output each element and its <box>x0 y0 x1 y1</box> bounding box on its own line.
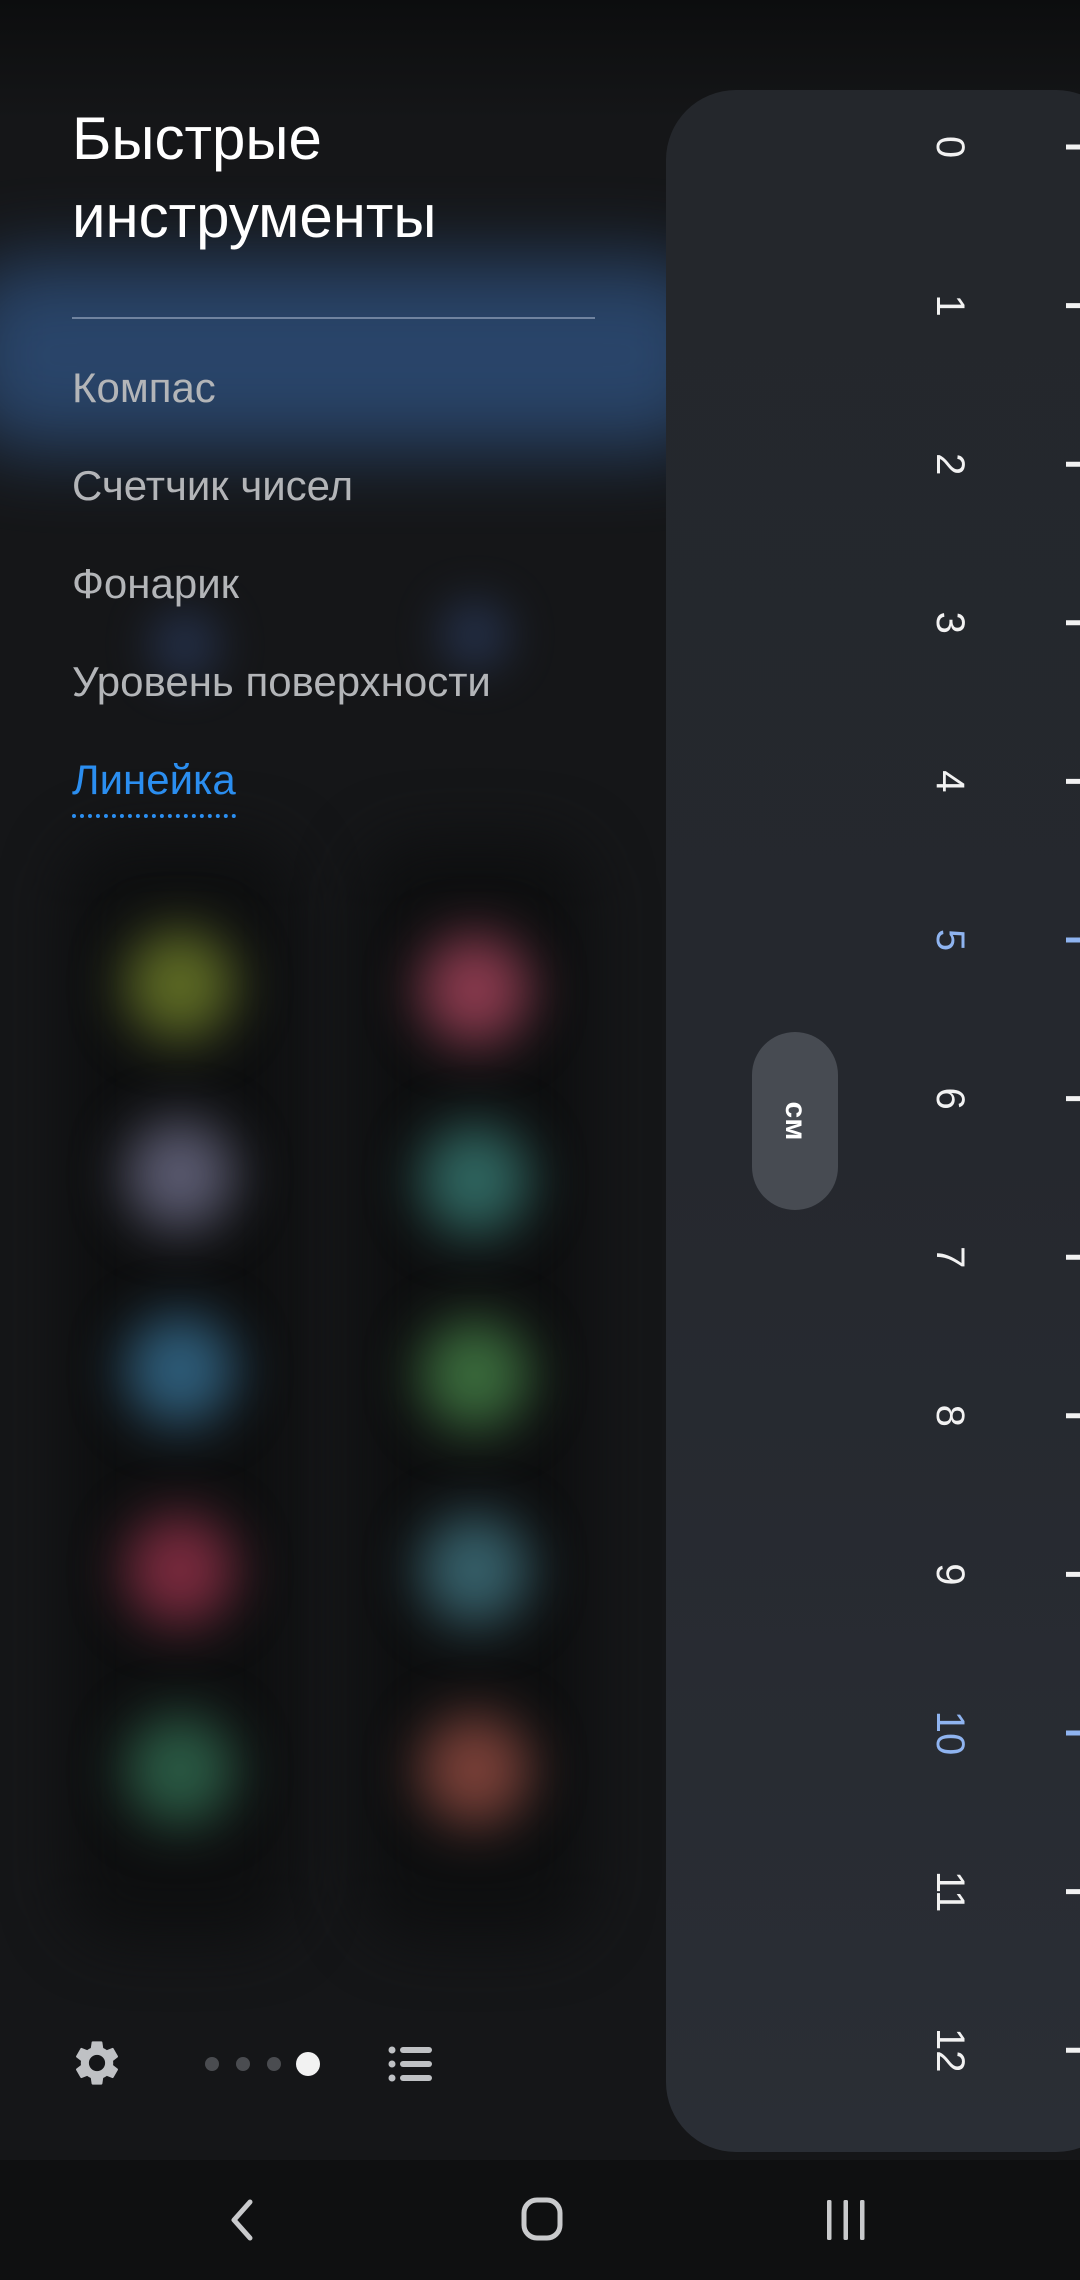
ruler-panel[interactable]: 0 1 2 3 4 5 6 7 8 9 10 11 12 <box>666 90 1080 2152</box>
page-dot-active <box>296 2052 320 2076</box>
tool-item-compass[interactable]: Компас <box>72 360 672 458</box>
tool-item-ruler[interactable]: Линейка <box>72 752 672 850</box>
tool-item-ruler-label: Линейка <box>72 752 236 818</box>
back-button[interactable] <box>182 2180 302 2260</box>
tool-item-surface-level[interactable]: Уровень поверхности <box>72 654 672 752</box>
navigation-bar <box>0 2160 1080 2280</box>
ruler-label: 10 <box>928 1711 972 1756</box>
page-dot <box>267 2057 281 2071</box>
recents-button[interactable] <box>786 2180 906 2260</box>
page-dot <box>236 2057 250 2071</box>
list-icon[interactable] <box>388 2044 434 2084</box>
page-dot <box>205 2057 219 2071</box>
panel-title: Быстрые инструменты <box>72 105 437 250</box>
ruler-label: 8 <box>928 1405 972 1427</box>
ruler-scale: 0123456789101112 <box>928 136 1080 2073</box>
tool-item-number-counter[interactable]: Счетчик чисел <box>72 458 672 556</box>
home-button[interactable] <box>482 2180 602 2260</box>
ruler-label: 5 <box>928 929 972 951</box>
ruler-label: 12 <box>928 2028 972 2073</box>
ruler-label: 11 <box>928 1871 972 1913</box>
back-chevron-icon <box>231 2199 253 2241</box>
recents-icon <box>827 2200 865 2240</box>
tool-item-flashlight[interactable]: Фонарик <box>72 556 672 654</box>
ruler-label: 3 <box>928 612 972 634</box>
ruler-label: 6 <box>928 1087 972 1109</box>
ruler-label: 1 <box>928 294 972 316</box>
ruler-label: 9 <box>928 1563 972 1585</box>
ruler-label: 7 <box>928 1246 972 1268</box>
ruler-label: 0 <box>928 136 972 158</box>
tool-list: Компас Счетчик чисел Фонарик Уровень пов… <box>72 360 672 850</box>
ruler-label: 4 <box>928 770 972 792</box>
title-divider <box>72 317 595 319</box>
unit-toggle-button[interactable]: см <box>752 1032 838 1210</box>
home-icon <box>521 2197 563 2241</box>
ruler-label: 2 <box>928 453 972 475</box>
gear-icon[interactable] <box>70 2036 124 2090</box>
screen: Быстрые инструменты Компас Счетчик чисел… <box>0 0 1080 2280</box>
unit-label: см <box>779 1101 812 1141</box>
